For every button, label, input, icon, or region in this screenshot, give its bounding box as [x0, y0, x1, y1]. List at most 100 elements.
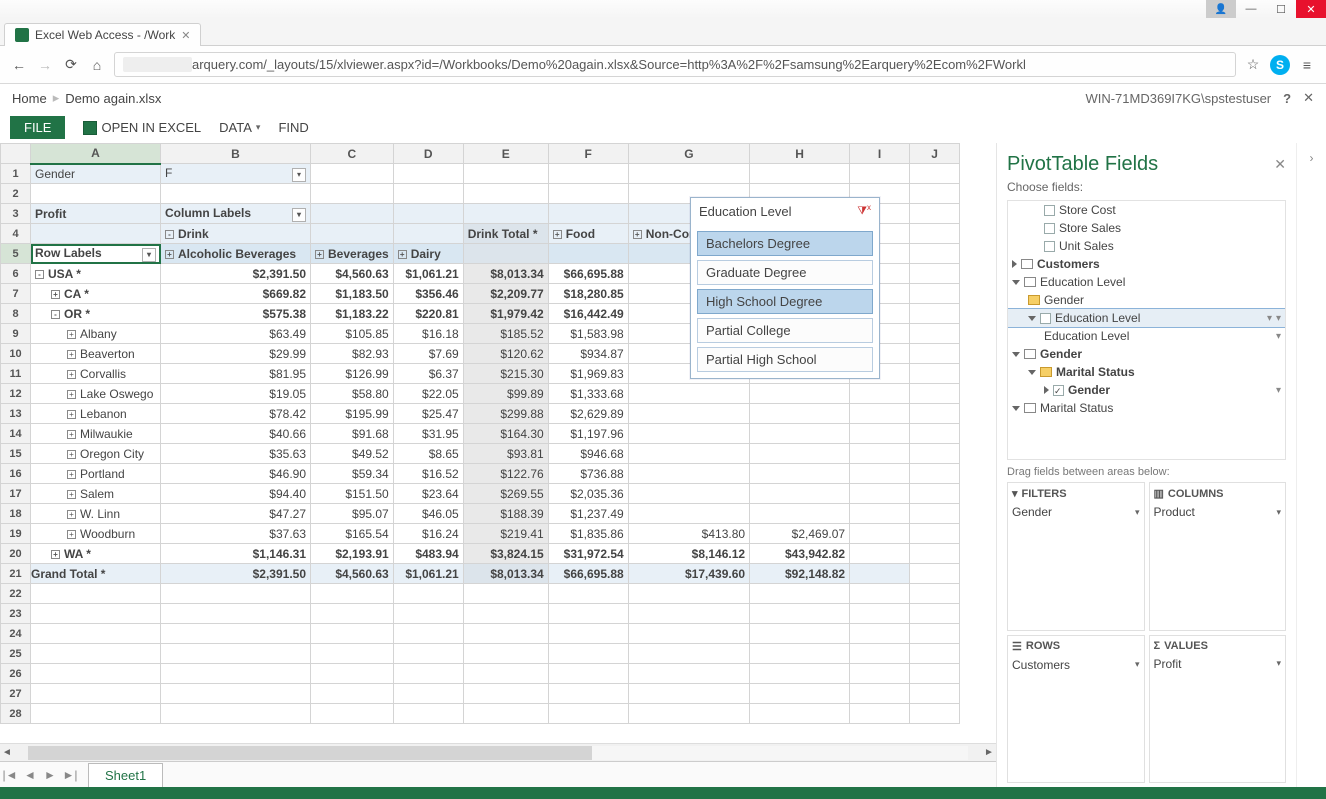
row-label[interactable]: Grand Total *: [31, 564, 161, 584]
cell[interactable]: $91.68: [311, 424, 394, 444]
cell[interactable]: [548, 204, 628, 224]
cell[interactable]: [910, 604, 960, 624]
row-label[interactable]: +WA *: [31, 544, 161, 564]
cell[interactable]: [750, 404, 850, 424]
cell[interactable]: [910, 624, 960, 644]
cell[interactable]: [311, 184, 394, 204]
row-header[interactable]: 3: [1, 204, 31, 224]
expand-icon[interactable]: -: [165, 230, 174, 239]
row-label[interactable]: +Portland: [31, 464, 161, 484]
row-header[interactable]: 14: [1, 424, 31, 444]
cell[interactable]: [161, 184, 311, 204]
find-button[interactable]: FIND: [278, 120, 308, 135]
cell[interactable]: [463, 704, 548, 724]
cell[interactable]: $1,583.98: [548, 324, 628, 344]
cell[interactable]: [750, 644, 850, 664]
cell[interactable]: [463, 644, 548, 664]
cell[interactable]: [910, 204, 960, 224]
cell[interactable]: [910, 324, 960, 344]
help-icon[interactable]: ?: [1283, 91, 1291, 106]
cell[interactable]: $1,969.83: [548, 364, 628, 384]
cell[interactable]: $6.37: [393, 364, 463, 384]
cell[interactable]: [311, 664, 394, 684]
cell[interactable]: [750, 584, 850, 604]
cell[interactable]: $46.90: [161, 464, 311, 484]
dropdown-icon[interactable]: ▾: [292, 168, 306, 182]
skype-icon[interactable]: S: [1270, 55, 1290, 75]
row-header[interactable]: 10: [1, 344, 31, 364]
cell[interactable]: [463, 164, 548, 184]
expand-icon[interactable]: -: [51, 310, 60, 319]
cell[interactable]: $8.65: [393, 444, 463, 464]
cell[interactable]: [910, 244, 960, 264]
cell[interactable]: [548, 624, 628, 644]
cell[interactable]: $1,061.21: [393, 264, 463, 284]
row-header[interactable]: 21: [1, 564, 31, 584]
select-all-corner[interactable]: [1, 144, 31, 164]
cell[interactable]: [31, 184, 161, 204]
cell[interactable]: $18,280.85: [548, 284, 628, 304]
row-header[interactable]: 22: [1, 584, 31, 604]
field-tree-row[interactable]: Education Level: [1008, 273, 1285, 291]
row-header[interactable]: 18: [1, 504, 31, 524]
cell[interactable]: $82.93: [311, 344, 394, 364]
row-label[interactable]: +Lebanon: [31, 404, 161, 424]
cell[interactable]: [750, 664, 850, 684]
cell[interactable]: [311, 164, 394, 184]
cell[interactable]: $17,439.60: [628, 564, 749, 584]
cell[interactable]: [463, 684, 548, 704]
cell[interactable]: [910, 564, 960, 584]
slicer-item[interactable]: High School Degree: [697, 289, 873, 314]
address-bar[interactable]: xxarquery.com/_layouts/15/xlviewer.aspx?…: [114, 52, 1236, 77]
cell[interactable]: [750, 624, 850, 644]
cell[interactable]: [910, 264, 960, 284]
cell[interactable]: $946.68: [548, 444, 628, 464]
cell[interactable]: [311, 204, 394, 224]
cell[interactable]: [910, 384, 960, 404]
cell[interactable]: [910, 524, 960, 544]
cell[interactable]: [161, 644, 311, 664]
cell[interactable]: $219.41: [463, 524, 548, 544]
sheet-nav-prev[interactable]: ◄: [20, 768, 40, 782]
cell[interactable]: [31, 704, 161, 724]
cell[interactable]: $93.81: [463, 444, 548, 464]
back-button[interactable]: ←: [10, 56, 28, 74]
expand-icon[interactable]: +: [67, 370, 76, 379]
cell[interactable]: [161, 624, 311, 644]
row-header[interactable]: 16: [1, 464, 31, 484]
cell[interactable]: [628, 444, 749, 464]
cell[interactable]: $669.82: [161, 284, 311, 304]
sheet-nav-next[interactable]: ►: [40, 768, 60, 782]
cell[interactable]: $105.85: [311, 324, 394, 344]
cell[interactable]: [910, 344, 960, 364]
cell[interactable]: [910, 484, 960, 504]
cell[interactable]: [850, 704, 910, 724]
cell[interactable]: [910, 404, 960, 424]
row-label[interactable]: -OR *: [31, 304, 161, 324]
cell[interactable]: [628, 644, 749, 664]
zone-columns[interactable]: ▥COLUMNS Product▾: [1149, 482, 1287, 631]
cell[interactable]: [628, 404, 749, 424]
cell[interactable]: $66,695.88: [548, 264, 628, 284]
cell[interactable]: $120.62: [463, 344, 548, 364]
cell[interactable]: [628, 704, 749, 724]
cell[interactable]: [393, 184, 463, 204]
cell[interactable]: [850, 664, 910, 684]
menu-icon[interactable]: ≡: [1298, 56, 1316, 74]
expand-icon[interactable]: +: [67, 450, 76, 459]
cell[interactable]: +Food: [548, 224, 628, 244]
cell[interactable]: $4,560.63: [311, 564, 394, 584]
cell[interactable]: $19.05: [161, 384, 311, 404]
cell[interactable]: [161, 604, 311, 624]
zone-filters[interactable]: ▾FILTERS Gender▾: [1007, 482, 1145, 631]
expand-icon[interactable]: +: [398, 250, 407, 259]
cell[interactable]: [393, 684, 463, 704]
cell[interactable]: [548, 244, 628, 264]
field-tree-row[interactable]: Gender: [1008, 291, 1285, 309]
cell[interactable]: [910, 164, 960, 184]
cell[interactable]: [393, 604, 463, 624]
cell[interactable]: $43,942.82: [750, 544, 850, 564]
cell[interactable]: [910, 304, 960, 324]
cell[interactable]: $58.80: [311, 384, 394, 404]
cell[interactable]: [850, 164, 910, 184]
